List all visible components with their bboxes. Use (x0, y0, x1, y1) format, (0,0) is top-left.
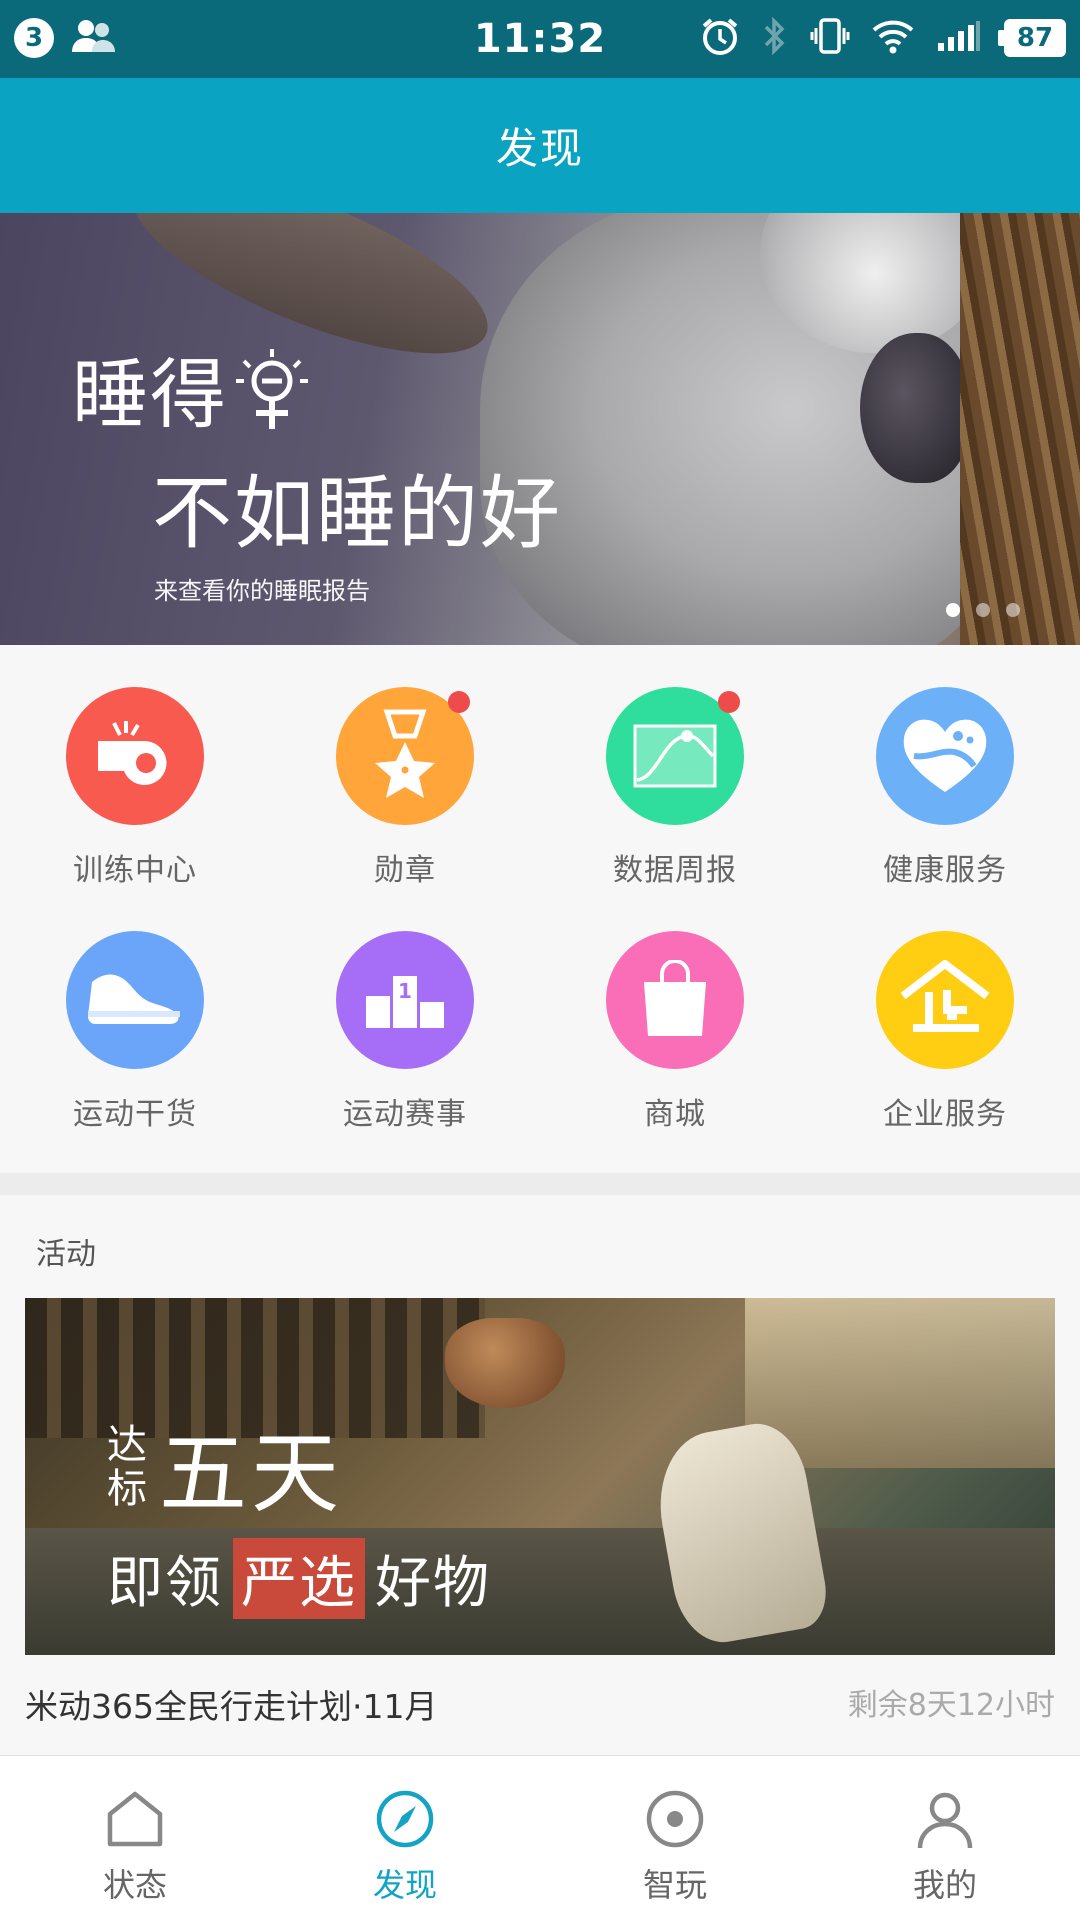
section-divider (0, 1173, 1080, 1195)
discover-screen: 3 11:32 87 发现 睡得 不如睡的好 来查看你的睡眠报告 训练中心 勋章… (0, 0, 1080, 1920)
promo-headline-2: 即领 严选 好物 (107, 1538, 491, 1619)
nav-label: 我的 (912, 1866, 977, 1904)
carousel-dot[interactable] (946, 603, 960, 617)
battery-icon: 87 (998, 19, 1066, 57)
promo-big-text: 五天 (159, 1422, 344, 1525)
person-icon (914, 1788, 976, 1854)
feature-grid: 训练中心 勋章 数据周报 健康服务 运动干货 1 运动赛事 商城 企业服务 (0, 645, 1080, 1173)
banner-headline-1: 睡得 (72, 333, 562, 443)
grid-item-label: 商城 (644, 1097, 706, 1132)
enterprise-icon (876, 931, 1014, 1069)
promo-headline-1: 达 标 五天 (107, 1403, 491, 1530)
whistle-icon (66, 687, 204, 825)
grid-item-label: 运动赛事 (343, 1097, 467, 1132)
new-badge-dot (448, 691, 470, 713)
radio-target-icon (644, 1788, 706, 1854)
nav-label: 发现 (372, 1866, 437, 1904)
promo-line2-b: 好物 (375, 1551, 491, 1616)
promo-small-text: 达 标 (107, 1423, 151, 1511)
banner-carousel[interactable]: 睡得 不如睡的好 来查看你的睡眠报告 (0, 213, 1080, 645)
activity-promo-image[interactable]: 达 标 五天 即领 严选 好物 (25, 1298, 1055, 1655)
shopping-bag-icon (606, 931, 744, 1069)
medal-icon (336, 687, 474, 825)
title-bar: 发现 (0, 78, 1080, 213)
activity-name[interactable]: 米动365全民行走计划·11月 (25, 1680, 437, 1728)
svg-text:1: 1 (398, 979, 412, 1003)
heart-icon (876, 687, 1014, 825)
grid-item-enterprise-services[interactable]: 企业服务 (810, 889, 1080, 1133)
banner-headline-2: 不如睡的好 (152, 467, 562, 560)
grid-item-training-center[interactable]: 训练中心 (0, 645, 270, 889)
compass-icon (374, 1788, 436, 1854)
chart-icon (606, 687, 744, 825)
nav-item-smart-play[interactable]: 智玩 (540, 1756, 810, 1920)
status-bar: 3 11:32 87 (0, 0, 1080, 78)
grid-item-sports-events[interactable]: 1 运动赛事 (270, 889, 540, 1133)
grid-item-health-services[interactable]: 健康服务 (810, 645, 1080, 889)
grid-item-label: 数据周报 (613, 853, 737, 888)
nav-item-discover[interactable]: 发现 (270, 1756, 540, 1920)
sun-icon (232, 345, 312, 431)
promo-small-top: 达 (107, 1421, 147, 1468)
grid-item-label: 健康服务 (883, 853, 1007, 888)
promo-small-bottom: 标 (107, 1465, 147, 1512)
grid-item-label: 训练中心 (73, 853, 197, 888)
grid-item-label: 企业服务 (883, 1097, 1007, 1132)
nav-label: 智玩 (642, 1866, 707, 1904)
shoe-icon (66, 931, 204, 1069)
wifi-icon (872, 18, 914, 58)
carousel-dot[interactable] (976, 603, 990, 617)
promo-highlight: 严选 (233, 1538, 365, 1619)
podium-icon: 1 (336, 931, 474, 1069)
signal-icon (936, 19, 982, 57)
grid-item-sports-tips[interactable]: 运动干货 (0, 889, 270, 1133)
promo-line2-a: 即领 (107, 1551, 223, 1616)
grid-item-label: 运动干货 (73, 1097, 197, 1132)
page-title: 发现 (495, 124, 584, 173)
alarm-icon (700, 16, 740, 60)
tree-bark-decoration (960, 213, 1080, 645)
nav-item-me[interactable]: 我的 (810, 1756, 1080, 1920)
banner-subtitle: 来查看你的睡眠报告 (154, 577, 370, 605)
bluetooth-icon (762, 16, 788, 60)
nav-label: 状态 (102, 1866, 167, 1904)
grid-item-shop[interactable]: 商城 (540, 889, 810, 1133)
koala-nose-decoration (860, 333, 970, 483)
activity-section: 活动 达 标 五天 即领 严选 好物 米动365全民行走计划·11月 剩余8天1… (0, 1195, 1080, 1755)
activity-remaining-time: 剩余8天12小时 (847, 1688, 1055, 1723)
promo-text: 达 标 五天 即领 严选 好物 (107, 1403, 491, 1619)
banner-headline-1-text: 睡得 (72, 350, 228, 439)
status-bar-right: 87 (700, 16, 1066, 60)
home-icon (104, 1788, 166, 1854)
carousel-dot[interactable] (1006, 603, 1020, 617)
grid-item-medals[interactable]: 勋章 (270, 645, 540, 889)
carousel-indicator (946, 603, 1020, 617)
vibrate-icon (810, 16, 850, 60)
grid-item-weekly-report[interactable]: 数据周报 (540, 645, 810, 889)
bottom-navigation: 状态 发现 智玩 我的 (0, 1755, 1080, 1920)
banner-text: 睡得 不如睡的好 来查看你的睡眠报告 (72, 333, 562, 606)
nav-item-status[interactable]: 状态 (0, 1756, 270, 1920)
new-badge-dot (718, 691, 740, 713)
section-title: 活动 (36, 1237, 96, 1272)
grid-item-label: 勋章 (374, 853, 436, 888)
promo-pot-decoration (445, 1318, 565, 1408)
